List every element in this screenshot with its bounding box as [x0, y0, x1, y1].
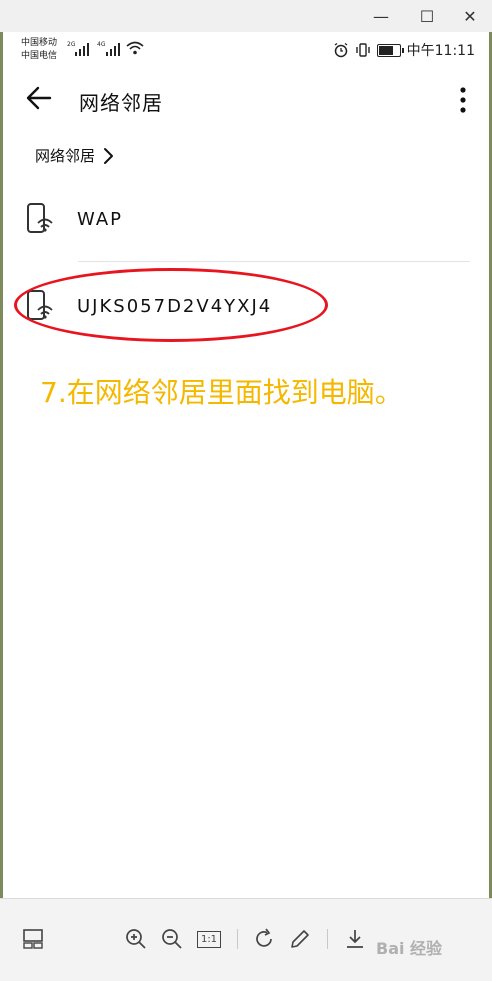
thumbnail-icon: [23, 929, 43, 949]
page-border-left: [0, 32, 3, 898]
app-bar: 网络邻居: [3, 70, 489, 130]
battery-icon: [376, 43, 404, 57]
signal-2-type: 4G: [97, 41, 106, 48]
close-button[interactable]: ✕: [458, 4, 482, 28]
battery-level: [378, 45, 393, 55]
instruction-caption: 7.在网络邻居里面找到电脑。: [40, 376, 403, 409]
zoom-out-icon: [162, 929, 182, 949]
toolbar-separator: [327, 929, 328, 949]
list-divider: [78, 261, 470, 262]
signal-1-icon: [75, 43, 89, 56]
minimize-icon: —: [373, 6, 389, 26]
chevron-right-icon: [104, 147, 114, 164]
maximize-button[interactable]: ☐: [415, 4, 439, 28]
zoom-in-icon: [126, 929, 146, 949]
list-item-device[interactable]: WAP: [3, 183, 489, 253]
watermark: Bai 经验: [376, 939, 443, 958]
window-titlebar: — ☐ ✕: [0, 0, 492, 32]
actual-size-icon: 1:1: [196, 930, 222, 948]
edit-button[interactable]: [286, 925, 314, 953]
phone-status-bar: 中国移动 中国电信 2G 4G 中午11:11: [3, 32, 489, 68]
minimize-button[interactable]: —: [369, 4, 393, 28]
network-device-icon: [27, 203, 53, 233]
alarm-icon: [334, 42, 348, 58]
more-options-icon[interactable]: [455, 86, 471, 114]
device-name: WAP: [77, 209, 123, 230]
download-icon: [347, 930, 363, 948]
pencil-icon: [291, 930, 309, 948]
close-icon: ✕: [463, 6, 477, 26]
toolbar-separator: [237, 929, 238, 949]
zoom-out-button[interactable]: [158, 925, 186, 953]
wifi-status-icon: [126, 41, 144, 55]
download-button[interactable]: [341, 925, 369, 953]
zoom-in-button[interactable]: [122, 925, 150, 953]
breadcrumb[interactable]: 网络邻居: [35, 145, 115, 166]
highlight-ellipse: [14, 268, 328, 342]
rotate-button[interactable]: [250, 925, 278, 953]
actual-size-button[interactable]: 1:1: [195, 925, 223, 953]
page-title: 网络邻居: [79, 91, 163, 115]
carrier-2: 中国电信: [21, 51, 58, 61]
status-right-group: 中午11:11: [333, 40, 475, 60]
vibrate-icon: [355, 43, 370, 57]
back-arrow-icon[interactable]: [25, 84, 53, 112]
status-time: 中午11:11: [406, 43, 475, 59]
maximize-icon: ☐: [419, 6, 435, 26]
breadcrumb-label: 网络邻居: [35, 147, 96, 165]
thumbnail-view-button[interactable]: [19, 925, 47, 953]
rotate-icon: [256, 928, 272, 947]
signal-2-icon: [106, 43, 120, 56]
carrier-1: 中国移动: [21, 38, 58, 48]
